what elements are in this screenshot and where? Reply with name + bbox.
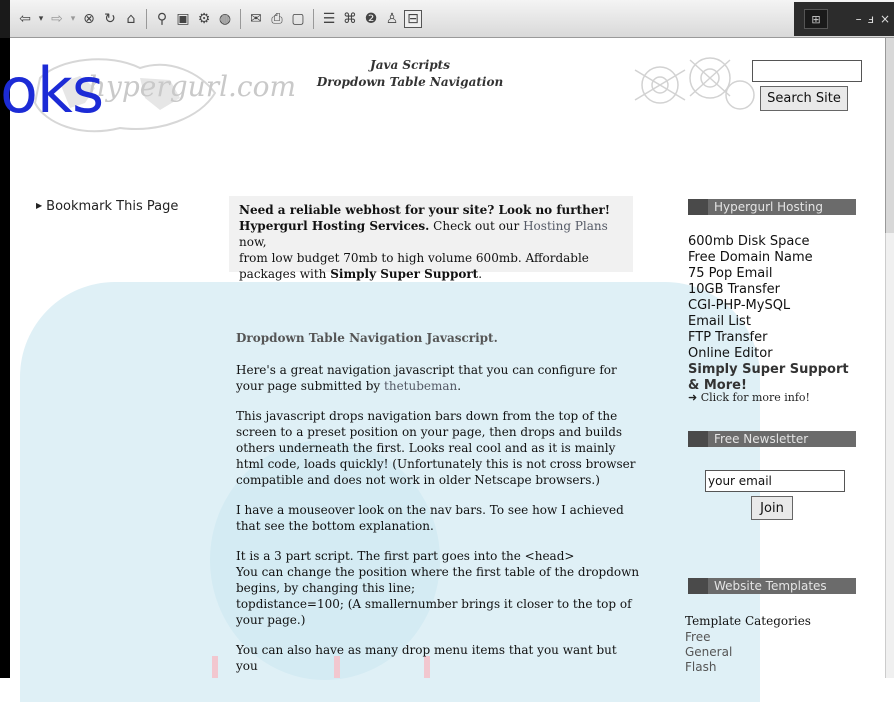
overlay-text: oks (0, 54, 104, 127)
favorites-icon[interactable]: ▣ (174, 10, 192, 28)
decorative-bar (212, 656, 218, 678)
template-link-flash[interactable]: Flash (685, 660, 732, 675)
triangle-right-icon: ▶ (36, 201, 43, 210)
promo-text: . (478, 267, 483, 281)
print-icon[interactable]: ⎙ (268, 10, 286, 28)
hosting-features-list: 600mb Disk Space Free Domain Name 75 Pop… (688, 234, 849, 394)
list-item: Free Domain Name (688, 250, 813, 265)
search-icon[interactable]: ⚲ (153, 10, 171, 28)
hosting-plans-link[interactable]: Hosting Plans (523, 219, 608, 233)
arrow-right-icon: ➜ (688, 391, 701, 404)
refresh-icon[interactable]: ↻ (101, 10, 119, 28)
list-item: 10GB Transfer (688, 282, 780, 297)
back-dropdown-icon[interactable]: ▾ (37, 10, 45, 28)
article-text: . (457, 379, 462, 393)
article-text: It is a 3 part script. The first part go… (236, 549, 575, 563)
back-arrow-icon[interactable]: ⇦ (16, 10, 34, 28)
research-icon[interactable]: ⌘ (341, 10, 359, 28)
promo-text: now, (239, 235, 267, 249)
template-list: Free General Flash (685, 630, 732, 675)
accessibility-icon[interactable]: ♙ (383, 10, 401, 28)
scrollbar-thumb[interactable] (885, 38, 894, 233)
more-info-label: Click for more info! (700, 391, 810, 404)
list-item: Online Editor (688, 346, 773, 361)
minimize-icon[interactable]: – (856, 12, 862, 26)
flower-decoration (634, 57, 755, 110)
list-item: Email List (688, 314, 751, 329)
email-field[interactable]: your email (705, 470, 845, 492)
list-item: 75 Pop Email (688, 266, 773, 281)
home-icon[interactable]: ⌂ (122, 10, 140, 28)
article-text: topdistance=100; (A smallernumber brings… (236, 597, 632, 627)
article-heading: Dropdown Table Navigation Javascript. (236, 331, 498, 345)
bookmark-link[interactable]: ▶ Bookmark This Page (36, 199, 178, 214)
toolbar-separator (146, 9, 147, 29)
stop-icon[interactable]: ⊗ (80, 10, 98, 28)
list-item: Simply Super Support (688, 362, 849, 377)
restore-icon[interactable]: ⅎ (868, 12, 874, 26)
article-paragraph: You can also have as many drop menu item… (236, 643, 617, 673)
article-paragraph: I have a mouseover look on the nav bars.… (236, 503, 624, 533)
promo-text: from low budget 70mb to high volume 600m… (239, 251, 589, 265)
window-controls: ⊞ – ⅎ × (794, 2, 894, 36)
toolbar-separator (240, 9, 241, 29)
search-site-button[interactable]: Search Site (760, 86, 848, 111)
discuss-icon[interactable]: ☰ (320, 10, 338, 28)
title-line: Dropdown Table Navigation (316, 75, 504, 89)
bookmark-label: Bookmark This Page (46, 199, 179, 214)
list-item: CGI-PHP-MySQL (688, 298, 791, 313)
article-paragraph: This javascript drops navigation bars do… (236, 409, 636, 487)
history-icon[interactable]: ⚙ (195, 10, 213, 28)
full-screen-icon[interactable]: ⊟ (404, 10, 422, 28)
author-link[interactable]: thetubeman (384, 379, 457, 393)
article-body: Dropdown Table Navigation Javascript. He… (236, 330, 641, 688)
toolbar-edge (0, 0, 10, 38)
template-link-free[interactable]: Free (685, 630, 732, 645)
toolbar-separator (313, 9, 314, 29)
more-info-link[interactable]: ➜ Click for more info! (688, 391, 810, 404)
messenger-icon[interactable]: ❷ (362, 10, 380, 28)
left-window-edge (0, 38, 10, 678)
newsletter-header: Free Newsletter (688, 431, 856, 447)
list-item: 600mb Disk Space (688, 234, 810, 249)
promo-text: Need a reliable webhost for your site? L… (239, 203, 611, 217)
template-link-general[interactable]: General (685, 645, 732, 660)
mail-icon[interactable]: ✉ (247, 10, 265, 28)
toolbar-icons: ⇦ ▾ ⇨ ▾ ⊗ ↻ ⌂ ⚲ ▣ ⚙ ◍ ✉ ⎙ ▢ ☰ ⌘ ❷ ♙ ⊟ (16, 9, 422, 29)
article-paragraph: Here's a great navigation javascript tha… (236, 362, 641, 394)
edit-icon[interactable]: ▢ (289, 10, 307, 28)
site-logo[interactable]: hypergurl.com (88, 70, 296, 103)
promo-text: packages with (239, 267, 331, 281)
browser-toolbar: ⇦ ▾ ⇨ ▾ ⊗ ↻ ⌂ ⚲ ▣ ⚙ ◍ ✉ ⎙ ▢ ☰ ⌘ ❷ ♙ ⊟ ⊞ … (0, 0, 894, 38)
search-input[interactable] (752, 60, 862, 82)
templates-header: Website Templates (688, 578, 856, 594)
list-item: FTP Transfer (688, 330, 768, 345)
hosting-promo: Need a reliable webhost for your site? L… (229, 196, 633, 281)
windows-logo-icon: ⊞ (804, 9, 828, 29)
title-line: Java Scripts (370, 58, 450, 72)
close-icon[interactable]: × (880, 12, 890, 26)
page-title: Java Scripts Dropdown Table Navigation (290, 57, 530, 91)
article-text: You can change the position where the fi… (236, 565, 640, 595)
promo-text: Check out our (429, 219, 524, 233)
article-paragraph: It is a 3 part script. The first part go… (236, 548, 641, 628)
forward-arrow-icon[interactable]: ⇨ (48, 10, 66, 28)
hosting-header: Hypergurl Hosting (688, 199, 856, 215)
forward-dropdown-icon[interactable]: ▾ (69, 10, 77, 28)
media-icon[interactable]: ◍ (216, 10, 234, 28)
promo-text: Hypergurl Hosting Services. (239, 219, 430, 233)
promo-text: Simply Super Support (330, 267, 479, 281)
join-button[interactable]: Join (751, 496, 793, 520)
template-categories-label: Template Categories (685, 614, 811, 628)
